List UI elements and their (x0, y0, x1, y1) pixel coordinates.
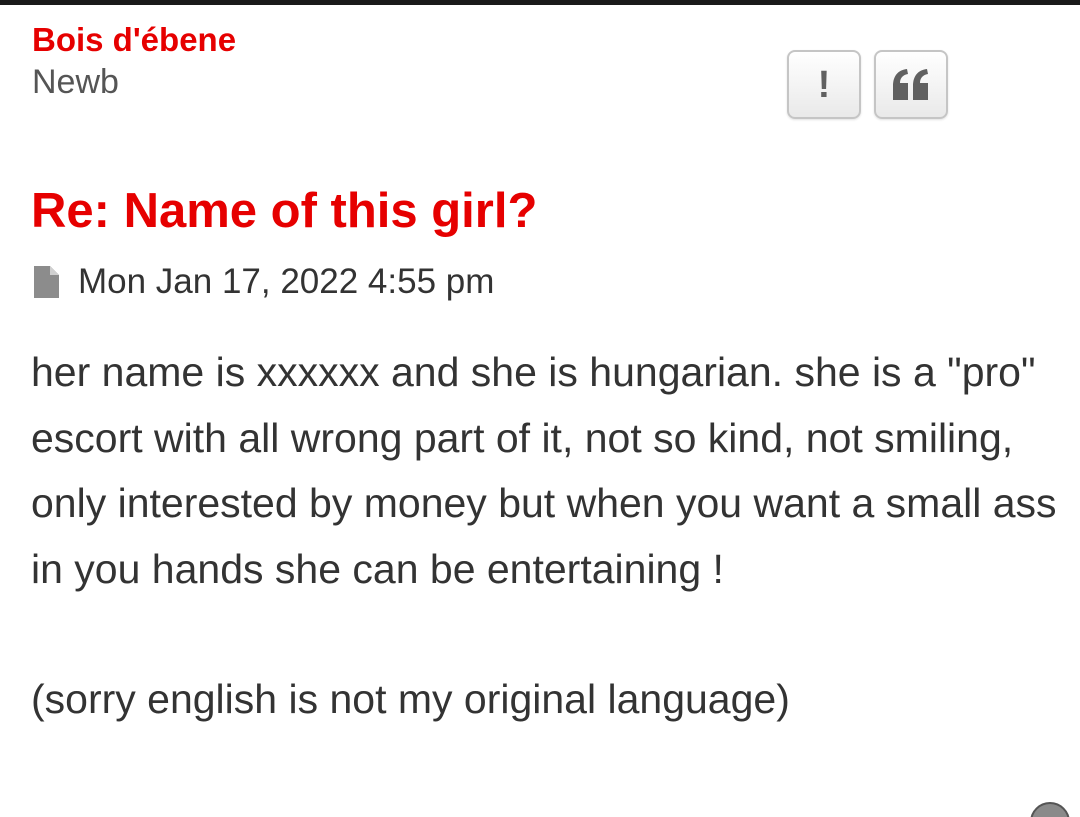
exclamation-icon: ! (817, 63, 831, 106)
post-date: Mon Jan 17, 2022 4:55 pm (78, 262, 495, 301)
post-meta: Mon Jan 17, 2022 4:55 pm (32, 262, 494, 302)
report-button[interactable]: ! (787, 50, 861, 119)
document-icon[interactable] (32, 265, 60, 299)
quote-button[interactable] (874, 50, 948, 119)
post-body: her name is xxxxxx and she is hungarian.… (31, 340, 1061, 733)
author-rank: Newb (32, 63, 119, 101)
top-border (0, 0, 1080, 5)
post-title[interactable]: Re: Name of this girl? (31, 182, 537, 240)
quote-icon (891, 68, 931, 102)
post-body-paragraph: (sorry english is not my original langua… (31, 676, 790, 722)
author-name[interactable]: Bois d'ébene (32, 20, 236, 60)
scroll-top-icon[interactable] (1030, 802, 1070, 817)
post-body-paragraph: her name is xxxxxx and she is hungarian.… (31, 349, 1057, 592)
